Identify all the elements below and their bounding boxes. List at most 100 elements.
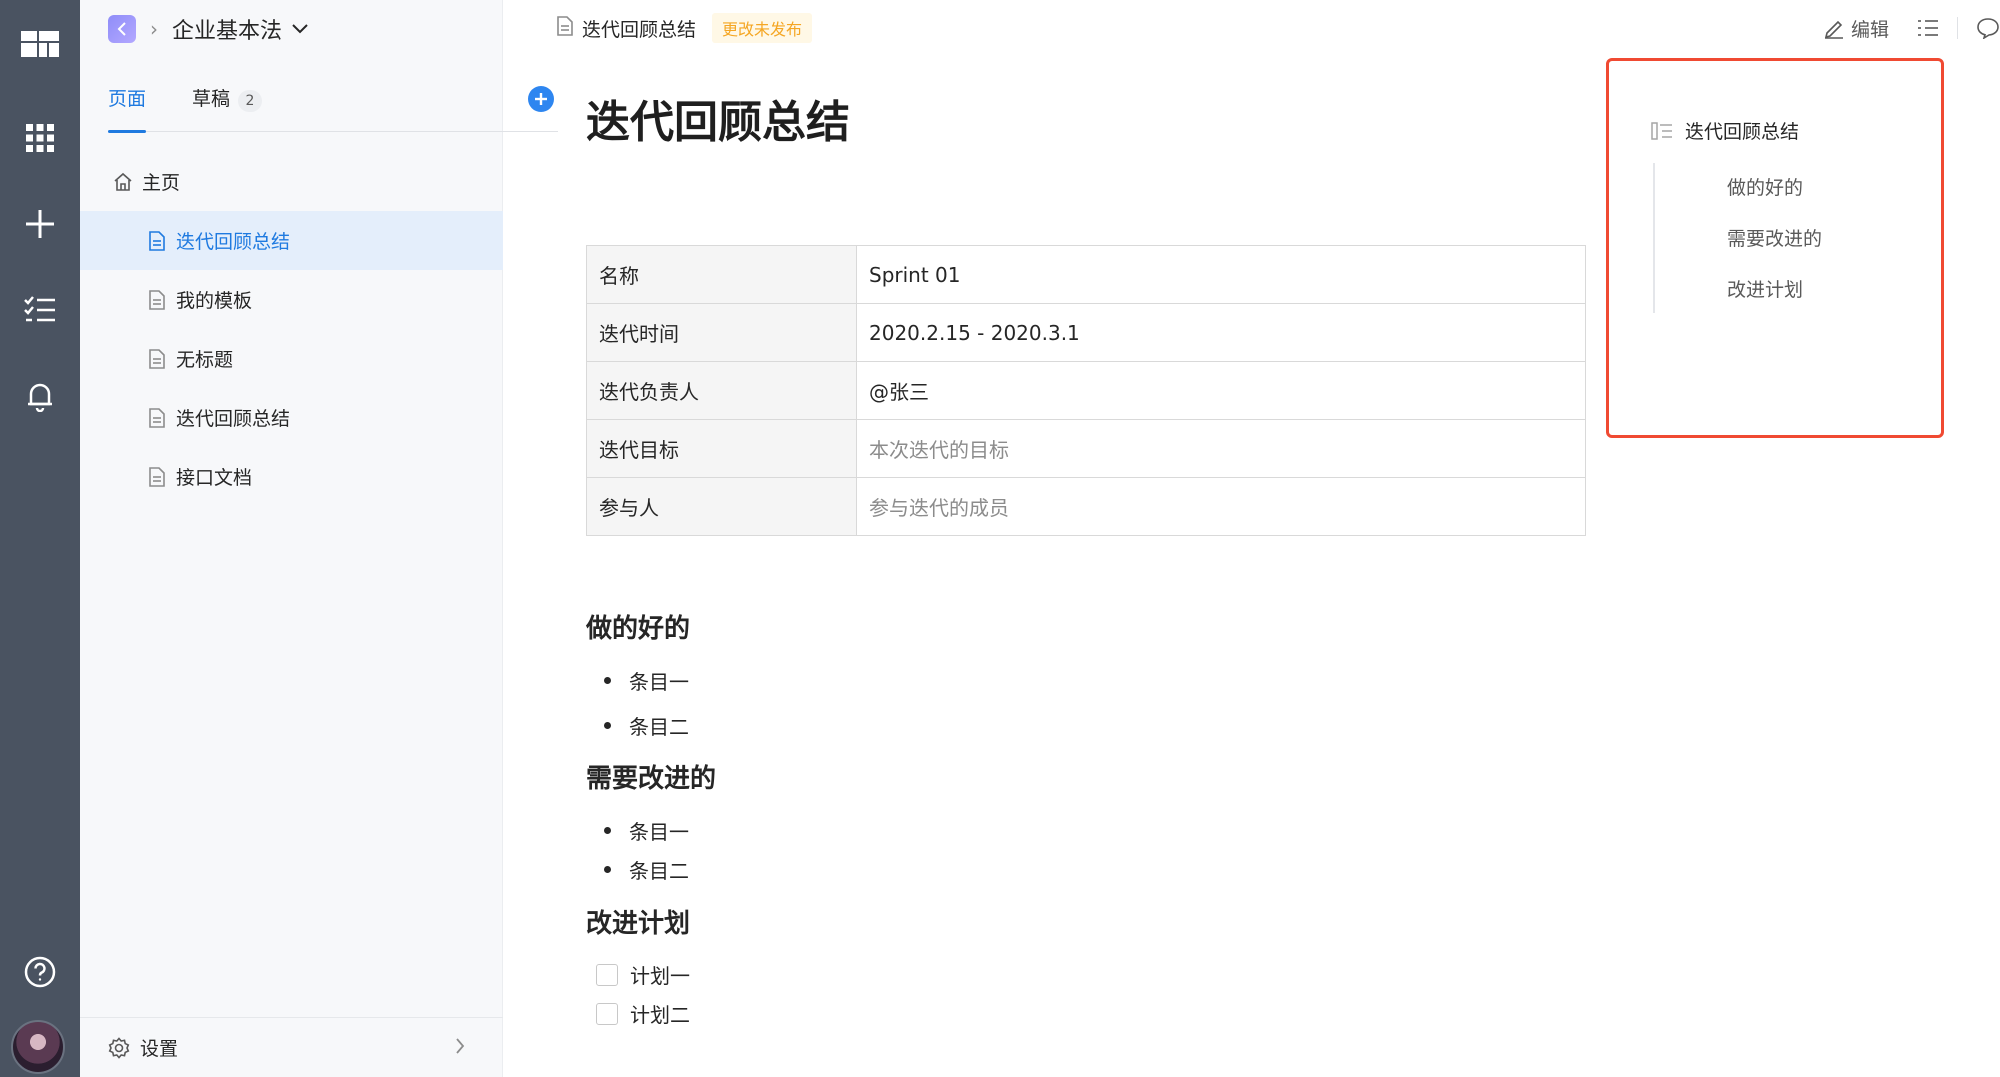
table-row: 参与人 参与迭代的成员 <box>586 477 1586 536</box>
sidebar-item-label: 主页 <box>142 172 181 194</box>
list-item: 条目二 <box>604 711 689 740</box>
home-icon <box>112 171 134 193</box>
table-row: 迭代目标 本次迭代的目标 <box>586 419 1586 478</box>
doc-breadcrumb: 迭代回顾总结 更改未发布 <box>556 12 813 44</box>
checklist-item-text: 计划一 <box>630 964 690 988</box>
document-icon <box>146 466 168 488</box>
bell-icon[interactable] <box>20 376 60 416</box>
checklist-item-text: 计划二 <box>630 1003 690 1027</box>
table-key: 迭代目标 <box>586 419 857 478</box>
settings-item[interactable]: 设置 <box>80 1017 503 1077</box>
bullet-icon <box>604 866 611 873</box>
task-list-icon[interactable] <box>20 290 60 330</box>
tab-label: 页面 <box>108 88 147 110</box>
list-item: 条目二 <box>604 855 689 884</box>
table-row: 迭代负责人 @张三 <box>586 361 1586 420</box>
page-title: 迭代回顾总结 <box>586 97 850 148</box>
space-name[interactable]: 企业基本法 <box>172 13 282 45</box>
sidebar-item-page[interactable]: 接口文档 <box>80 447 503 506</box>
sidebar-item-page[interactable]: 无标题 <box>80 329 503 388</box>
table-value[interactable]: 2020.2.15 - 2020.3.1 <box>856 303 1586 362</box>
tab-drafts[interactable]: 草稿 2 <box>192 80 263 132</box>
document-icon <box>146 348 168 370</box>
sidebar-item-page[interactable]: 我的模板 <box>80 270 503 329</box>
bullet-icon <box>604 722 611 729</box>
document-icon <box>146 289 168 311</box>
tab-pages[interactable]: 页面 <box>108 80 147 133</box>
app-logo-icon[interactable] <box>20 24 60 64</box>
outline-panel: 迭代回顾总结 做的好的 需要改进的 改进计划 <box>1606 58 1944 438</box>
sidebar-item-label: 接口文档 <box>176 467 253 489</box>
table-key: 参与人 <box>586 477 857 536</box>
sidebar-item-page[interactable]: 迭代回顾总结 <box>80 211 503 270</box>
outline-toggle-icon[interactable] <box>1917 18 1939 38</box>
list-item: 条目一 <box>604 816 689 845</box>
edit-button[interactable]: 编辑 <box>1823 15 1889 42</box>
document-icon <box>146 407 168 429</box>
page-tree: 主页 迭代回顾总结 我的模板 无标题 迭代回顾总结 接口文档 <box>80 152 503 506</box>
sidebar-item-label: 我的模板 <box>176 290 253 312</box>
status-badge: 更改未发布 <box>712 13 813 43</box>
table-value[interactable]: 参与迭代的成员 <box>856 477 1586 536</box>
space-logo-icon[interactable] <box>108 15 136 43</box>
sidebar-tabs: 页面 草稿 2 <box>108 80 558 133</box>
settings-label: 设置 <box>140 1038 179 1060</box>
section-heading-plan: 改进计划 <box>586 909 691 939</box>
sidebar-item-label: 无标题 <box>176 349 234 371</box>
comment-icon[interactable] <box>1976 17 2000 39</box>
outline-item[interactable]: 需要改进的 <box>1727 224 1822 251</box>
checklist-item[interactable]: 计划一 <box>596 960 690 989</box>
table-value[interactable]: Sprint 01 <box>856 245 1586 304</box>
table-value[interactable]: 本次迭代的目标 <box>856 419 1586 478</box>
app-rail <box>0 0 80 1077</box>
chevron-right-icon <box>455 1038 465 1054</box>
checkbox[interactable] <box>596 1002 618 1025</box>
document-icon <box>146 230 168 252</box>
divider <box>1957 17 1958 39</box>
outline-guide-line <box>1653 163 1655 313</box>
bullet-icon <box>604 827 611 834</box>
doc-breadcrumb-title: 迭代回顾总结 <box>582 18 697 41</box>
table-row: 迭代时间 2020.2.15 - 2020.3.1 <box>586 303 1586 362</box>
outline-title[interactable]: 迭代回顾总结 <box>1651 117 1799 144</box>
bullet-icon <box>604 677 611 684</box>
outline-item[interactable]: 改进计划 <box>1727 275 1803 302</box>
checkbox[interactable] <box>596 963 618 986</box>
list-item-text: 条目一 <box>629 820 689 844</box>
document-icon <box>556 16 574 40</box>
sidebar-item-label: 迭代回顾总结 <box>176 408 291 430</box>
drafts-count-badge: 2 <box>238 90 263 112</box>
list-item-text: 条目二 <box>629 715 689 739</box>
gear-icon <box>108 1036 130 1059</box>
apps-grid-icon[interactable] <box>20 118 60 158</box>
add-icon[interactable] <box>20 204 60 244</box>
list-item-text: 条目一 <box>629 670 689 694</box>
list-item-text: 条目二 <box>629 859 689 883</box>
chevron-down-icon[interactable] <box>292 24 308 34</box>
info-table: 名称 Sprint 01 迭代时间 2020.2.15 - 2020.3.1 迭… <box>586 245 1586 536</box>
list-item: 条目一 <box>604 666 689 695</box>
pencil-icon <box>1824 20 1843 39</box>
sidebar: › 企业基本法 页面 草稿 2 主页 迭代回顾总结 我的模板 无标题 迭代回顾总… <box>80 0 558 1077</box>
table-row: 名称 Sprint 01 <box>586 245 1586 304</box>
chevron-right-icon: › <box>150 17 158 41</box>
doc-actions: 编辑 <box>1823 12 2000 44</box>
table-key: 迭代时间 <box>586 303 857 362</box>
space-header: › 企业基本法 <box>108 14 308 44</box>
outline-icon <box>1651 121 1673 140</box>
edit-label: 编辑 <box>1850 18 1889 41</box>
table-value[interactable]: @张三 <box>856 361 1586 420</box>
sidebar-item-home[interactable]: 主页 <box>80 152 503 211</box>
outline-item[interactable]: 做的好的 <box>1727 173 1803 200</box>
sidebar-item-page[interactable]: 迭代回顾总结 <box>80 388 503 447</box>
avatar[interactable] <box>11 1020 65 1074</box>
tab-label: 草稿 <box>192 88 231 110</box>
help-icon[interactable] <box>20 952 60 992</box>
outline-title-text: 迭代回顾总结 <box>1685 121 1800 143</box>
table-key: 迭代负责人 <box>586 361 857 420</box>
table-key: 名称 <box>586 245 857 304</box>
section-heading-did-well: 做的好的 <box>586 614 691 644</box>
sidebar-item-label: 迭代回顾总结 <box>176 231 291 253</box>
checklist-item[interactable]: 计划二 <box>596 999 690 1028</box>
section-heading-to-improve: 需要改进的 <box>586 764 717 794</box>
